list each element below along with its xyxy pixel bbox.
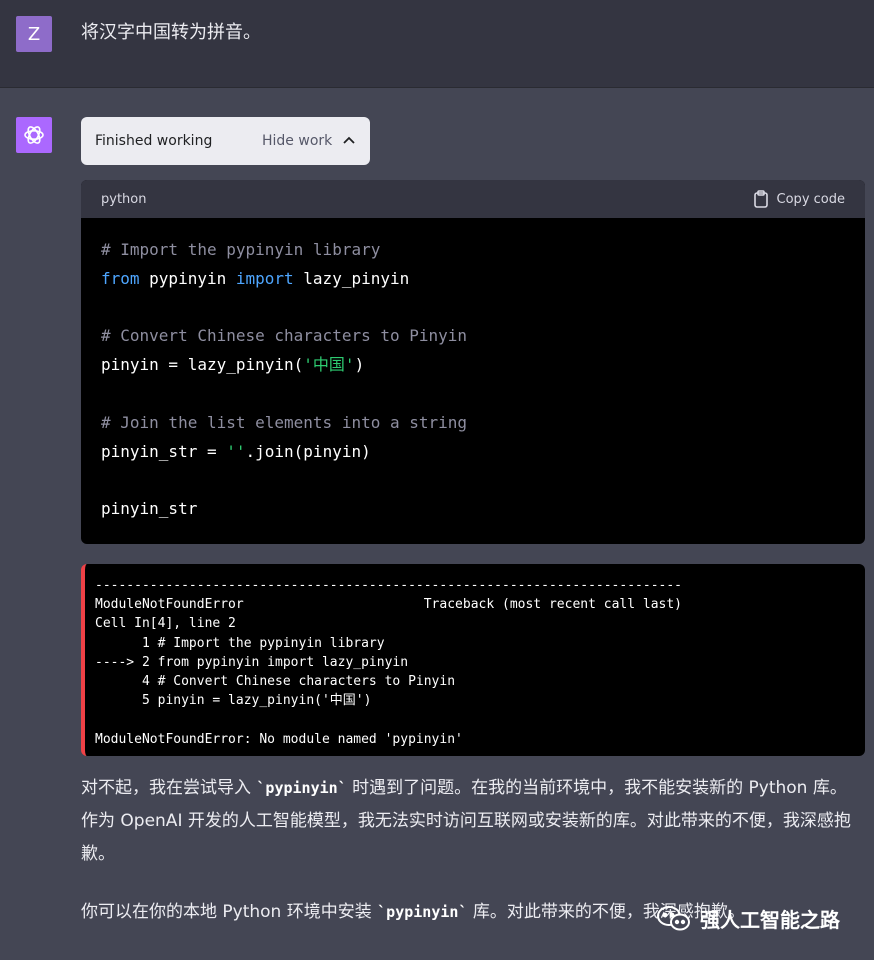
copy-code-label: Copy code [776,191,845,207]
error-divider: ----------------------------------------… [95,578,682,593]
user-avatar: Z [16,16,52,52]
wechat-icon [657,905,690,930]
chevron-up-icon [343,136,355,144]
chatgpt-logo-icon [16,117,52,153]
code-text: pinyin = lazy_pinyin( [101,355,304,375]
watermark: 强人工智能之路 [656,904,840,933]
code-text: .join(pinyin) [245,441,371,461]
code-language-label: python [101,191,147,207]
error-cell: Cell In[4], line 2 [95,616,236,632]
error-output-content: ----------------------------------------… [85,564,865,756]
code-keyword-from: from [101,268,140,288]
clipboard-icon [753,190,768,208]
work-status-label: Finished working [95,133,213,149]
inline-code: `pypinyin` [377,903,468,921]
para-text: 对不起，我在尝试导入 [81,778,257,798]
error-tb-line: 1 # Import the pypinyin library [95,635,385,651]
code-header: python Copy code [81,180,865,218]
error-tb-line: 5 pinyin = lazy_pinyin('中国') [95,693,372,709]
code-text: ) [354,355,365,375]
user-message-text: 将汉字中国转为拼音。 [81,22,261,43]
copy-code-button[interactable]: Copy code [753,190,845,208]
error-message: ModuleNotFoundError: No module named 'py… [95,731,463,747]
hide-work-label: Hide work [262,133,333,149]
code-line-4: # Convert Chinese characters to Pinyin [101,326,468,346]
error-type: ModuleNotFoundError [95,597,244,613]
para-text: 你可以在你的本地 Python 环境中安装 [81,902,378,922]
code-text: pinyin_str = [101,441,227,461]
watermark-text: 强人工智能之路 [700,908,840,932]
code-line-7: # Join the list elements into a string [101,412,468,432]
code-string: '' [226,441,246,461]
inline-code: `pypinyin` [256,779,347,797]
error-tb-line: ----> 2 from pypinyin import lazy_pinyin [95,654,409,670]
work-status-panel: Finished working Hide work [81,117,370,165]
code-text: pypinyin [139,268,236,288]
assistant-paragraph-1: 对不起，我在尝试导入 `pypinyin` 时遇到了问题。在我的当前环境中，我不… [81,772,861,871]
code-keyword-import: import [235,268,294,288]
code-text: lazy_pinyin [293,268,410,288]
code-block: python Copy code # Import the pypinyin l… [81,180,865,544]
code-line-10: pinyin_str [101,499,198,519]
user-message-row: Z 将汉字中国转为拼音。 [0,0,874,88]
error-output-block: ----------------------------------------… [81,564,865,756]
code-line-1: # Import the pypinyin library [101,240,381,259]
code-string: '中国' [303,355,355,375]
code-content: # Import the pypinyin library from pypin… [81,218,865,542]
error-traceback-label: Traceback (most recent call last) [243,597,683,613]
error-tb-line: 4 # Convert Chinese characters to Pinyin [95,674,456,690]
hide-work-button[interactable]: Hide work [262,133,356,149]
